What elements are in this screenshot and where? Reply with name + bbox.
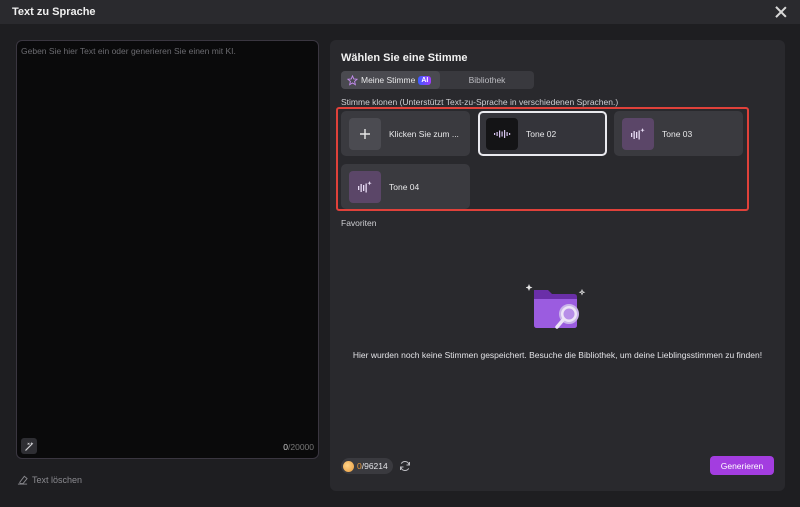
credits: 0/96214 xyxy=(341,458,411,474)
tab-library[interactable]: Bibliothek xyxy=(440,71,534,89)
voice-card-tone-04[interactable]: Tone 04 xyxy=(341,164,470,209)
generate-button[interactable]: Generieren xyxy=(710,456,774,475)
tab-my-voice[interactable]: Meine Stimme AI xyxy=(341,71,440,89)
voice-heading: Wählen Sie eine Stimme xyxy=(341,52,468,64)
tone-03-thumb xyxy=(622,117,654,150)
voice-tabs: Meine Stimme AI Bibliothek xyxy=(341,71,534,89)
refresh-icon[interactable] xyxy=(399,460,411,472)
tone-04-thumb xyxy=(349,170,381,203)
star-icon xyxy=(347,74,358,86)
clone-voice-label: Stimme klonen (Unterstützt Text-zu-Sprac… xyxy=(341,97,619,107)
favorites-heading: Favoriten xyxy=(341,218,377,228)
character-counter: 0/20000 xyxy=(283,442,314,452)
tab-my-voice-label: Meine Stimme xyxy=(361,75,416,85)
tone-02-thumb xyxy=(486,117,518,150)
eraser-icon xyxy=(17,475,28,485)
voice-card-tone-02[interactable]: Tone 02 xyxy=(478,111,607,156)
tone-03-label: Tone 03 xyxy=(662,128,693,139)
credits-count: 0/96214 xyxy=(357,461,388,471)
window-title: Text zu Sprache xyxy=(12,6,96,18)
clear-text-label: Text löschen xyxy=(32,474,83,485)
voice-panel: Wählen Sie eine Stimme Meine Stimme AI B… xyxy=(330,40,785,491)
text-editor: 0/20000 xyxy=(16,40,319,459)
voice-card-tone-03[interactable]: Tone 03 xyxy=(614,111,743,156)
coin-icon xyxy=(343,460,354,472)
title-bar: Text zu Sprache xyxy=(0,0,800,24)
magic-wand-icon xyxy=(24,441,33,451)
text-input[interactable] xyxy=(17,41,318,431)
plus-icon xyxy=(360,128,370,139)
favorites-empty-message: Hier wurden noch keine Stimmen gespeiche… xyxy=(352,350,763,360)
clone-voice-card-label: Klicken Sie zum ... xyxy=(389,128,459,139)
tone-02-label: Tone 02 xyxy=(526,128,557,139)
close-icon[interactable] xyxy=(774,5,788,19)
credits-pill: 0/96214 xyxy=(341,458,393,474)
voice-sparkle-icon xyxy=(631,127,645,139)
voice-sparkle-icon xyxy=(358,180,372,192)
ai-badge: AI xyxy=(418,75,432,85)
waveform-icon xyxy=(494,129,511,138)
tone-04-label: Tone 04 xyxy=(389,181,420,192)
ai-wand-button[interactable] xyxy=(21,438,37,454)
clear-text-button[interactable]: Text löschen xyxy=(17,474,82,485)
empty-folder-icon xyxy=(526,284,586,329)
clone-voice-card[interactable]: Klicken Sie zum ... xyxy=(341,111,470,156)
add-voice-thumb xyxy=(349,117,381,150)
tab-library-label: Bibliothek xyxy=(468,75,506,85)
